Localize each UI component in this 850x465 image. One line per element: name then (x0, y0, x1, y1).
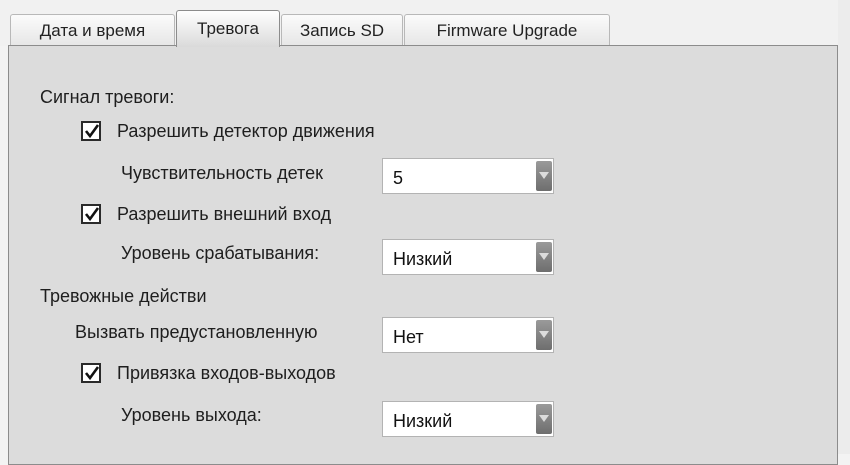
external-input-label: Разрешить внешний вход (117, 204, 332, 224)
tab-alarm[interactable]: Тревога (176, 10, 280, 47)
sensitivity-select[interactable]: 5 (382, 158, 554, 194)
trigger-level-value: Низкий (393, 249, 453, 269)
alarm-signal-heading: Сигнал тревоги: (40, 87, 175, 107)
motion-detector-checkbox[interactable] (81, 121, 101, 141)
external-input-checkbox[interactable] (81, 204, 101, 224)
tab-firmware-upgrade[interactable]: Firmware Upgrade (404, 14, 610, 46)
io-binding-label: Привязка входов-выходов (117, 363, 336, 383)
alarm-actions-heading: Тревожные действи (40, 286, 207, 306)
check-icon (84, 366, 100, 381)
chevron-down-icon[interactable] (536, 161, 552, 191)
check-icon (84, 124, 100, 139)
preset-label: Вызвать предустановленную (75, 322, 318, 342)
output-level-select[interactable]: Низкий (382, 401, 554, 437)
check-icon (84, 207, 100, 222)
chevron-down-icon[interactable] (536, 320, 552, 350)
tab-bar: Дата и время Тревога Запись SD Firmware … (0, 0, 850, 47)
trigger-level-label: Уровень срабатывания: (121, 243, 320, 263)
chevron-down-icon[interactable] (536, 404, 552, 434)
output-level-value: Низкий (393, 411, 453, 431)
preset-select[interactable]: Нет (382, 317, 554, 353)
motion-detector-label: Разрешить детектор движения (117, 121, 375, 141)
chevron-down-icon[interactable] (536, 242, 552, 272)
trigger-level-select[interactable]: Низкий (382, 239, 554, 275)
io-binding-checkbox[interactable] (81, 363, 101, 383)
tab-date-time[interactable]: Дата и время (10, 14, 175, 46)
window-edge (838, 0, 850, 454)
sensitivity-value: 5 (393, 168, 404, 188)
tab-sd-record[interactable]: Запись SD (281, 14, 403, 46)
output-level-label: Уровень выхода: (121, 405, 262, 425)
sensitivity-label: Чувствительность детек (121, 163, 323, 183)
preset-value: Нет (393, 327, 424, 347)
